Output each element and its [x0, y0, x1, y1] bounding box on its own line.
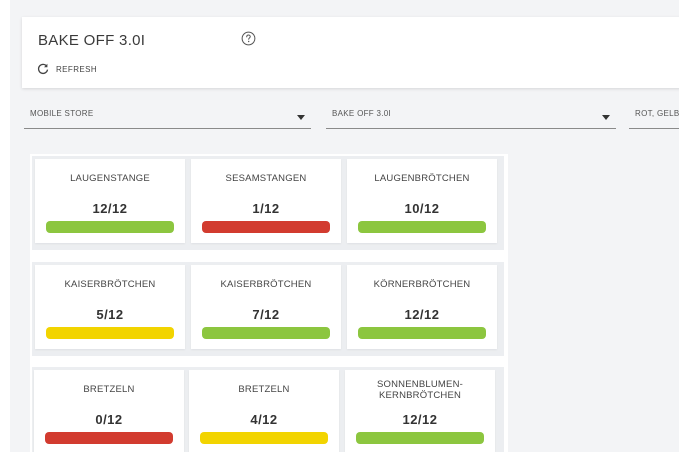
- product-tile[interactable]: KÖRNERBRÖTCHEN 12/12: [347, 265, 497, 349]
- chevron-down-icon: [297, 115, 305, 120]
- product-grid: LAUGENSTANGE 12/12 SESAMSTANGEN 1/12 LAU…: [30, 154, 508, 452]
- stock-status-bar: [356, 432, 484, 444]
- store-select[interactable]: MOBILE STORE: [24, 99, 311, 129]
- product-name: BRETZELN: [238, 384, 290, 395]
- stock-status-bar: [202, 221, 330, 233]
- refresh-icon: [37, 63, 49, 75]
- product-count: 12/12: [92, 201, 128, 216]
- product-tile[interactable]: LAUGENSTANGE 12/12: [35, 159, 185, 243]
- stock-status-bar: [202, 327, 330, 339]
- stock-status-bar: [200, 432, 328, 444]
- product-tile[interactable]: KAISERBRÖTCHEN 7/12: [191, 265, 341, 349]
- refresh-label: REFRESH: [56, 64, 98, 74]
- chevron-down-icon: [602, 115, 610, 120]
- stock-status-bar: [46, 327, 174, 339]
- product-name: SESAMSTANGEN: [225, 173, 307, 184]
- help-circle-icon[interactable]: [241, 31, 256, 46]
- page-title: BAKE OFF 3.0I: [38, 32, 146, 49]
- product-name: KAISERBRÖTCHEN: [64, 279, 156, 290]
- stock-status-bar: [358, 221, 486, 233]
- product-tile[interactable]: SONNENBLUMEN- KERNBRÖTCHEN 12/12: [345, 370, 495, 452]
- product-count: 0/12: [95, 412, 123, 427]
- left-sidebar-strip: [0, 0, 10, 452]
- program-select[interactable]: BAKE OFF 3.0I: [326, 99, 616, 129]
- product-count: 4/12: [250, 412, 278, 427]
- product-name: BRETZELN: [83, 384, 135, 395]
- product-count: 12/12: [404, 307, 440, 322]
- status-filter-value: ROT, GELB: [635, 109, 679, 118]
- program-select-value: BAKE OFF 3.0I: [332, 109, 392, 118]
- product-count: 5/12: [96, 307, 124, 322]
- product-name: SONNENBLUMEN- KERNBRÖTCHEN: [377, 379, 463, 401]
- product-name: KÖRNERBRÖTCHEN: [373, 279, 471, 290]
- stock-status-bar: [45, 432, 173, 444]
- status-filter-select[interactable]: ROT, GELB: [629, 99, 679, 129]
- header-card: BAKE OFF 3.0I REFRESH: [22, 17, 679, 88]
- product-tile[interactable]: LAUGENBRÖTCHEN 10/12: [347, 159, 497, 243]
- product-tile[interactable]: SESAMSTANGEN 1/12: [191, 159, 341, 243]
- refresh-button[interactable]: REFRESH: [37, 63, 97, 75]
- product-tile[interactable]: KAISERBRÖTCHEN 5/12: [35, 265, 185, 349]
- product-row: KAISERBRÖTCHEN 5/12 KAISERBRÖTCHEN 7/12 …: [32, 262, 504, 356]
- product-row: BRETZELN 0/12 BRETZELN 4/12 SONNENBLUMEN…: [32, 367, 504, 452]
- product-tile[interactable]: BRETZELN 0/12: [34, 370, 184, 452]
- product-name: LAUGENBRÖTCHEN: [374, 173, 470, 184]
- product-count: 7/12: [252, 307, 280, 322]
- product-count: 1/12: [252, 201, 280, 216]
- product-tile[interactable]: BRETZELN 4/12: [189, 370, 339, 452]
- stock-status-bar: [46, 221, 174, 233]
- product-name: LAUGENSTANGE: [70, 173, 150, 184]
- product-name: KAISERBRÖTCHEN: [220, 279, 312, 290]
- stock-status-bar: [358, 327, 486, 339]
- store-select-value: MOBILE STORE: [30, 109, 94, 118]
- product-row: LAUGENSTANGE 12/12 SESAMSTANGEN 1/12 LAU…: [32, 156, 504, 250]
- product-count: 12/12: [402, 412, 438, 427]
- product-count: 10/12: [404, 201, 440, 216]
